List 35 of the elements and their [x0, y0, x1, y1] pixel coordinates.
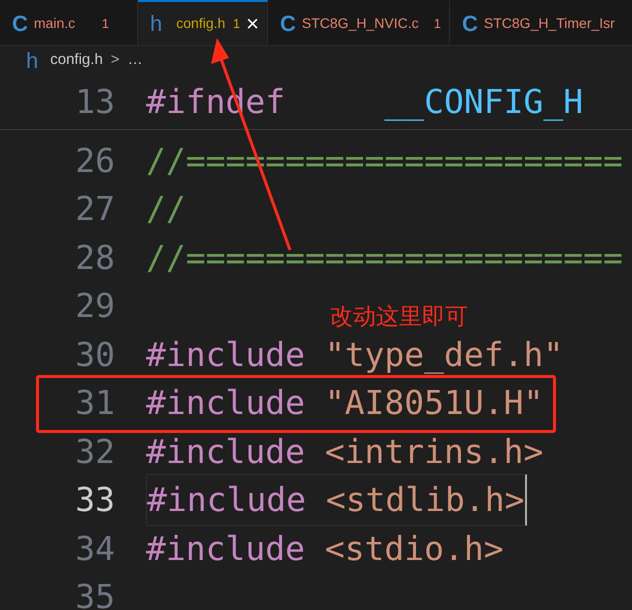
breadcrumb-separator: > [110, 50, 120, 70]
file-type-icon: C [12, 7, 28, 40]
breadcrumb-item[interactable]: config.h [50, 48, 103, 72]
file-type-icon: C [462, 7, 478, 40]
line-number: 29 [74, 285, 116, 327]
code-line: //====================== [146, 236, 623, 278]
line-number: 31 [74, 382, 116, 424]
line-number: 27 [74, 188, 116, 230]
line-number: 34 [74, 528, 116, 570]
code-line: #include <stdio.h> [146, 528, 504, 570]
tab-label: STC8G_H_Timer_Isr [484, 14, 615, 33]
line-number: 13 [74, 80, 116, 123]
line-number: 30 [74, 334, 116, 376]
problem-count: 1 [434, 14, 441, 33]
line-number: 26 [74, 140, 116, 182]
line-number: 28 [74, 236, 116, 278]
file-type-icon: C [280, 7, 296, 40]
annotation-note: 改动这里即可 [330, 306, 468, 329]
code-line: #include <intrins.h> [146, 430, 544, 472]
breadcrumb-item[interactable]: … [128, 48, 143, 72]
problem-count: 1 [232, 14, 240, 33]
tab-label: STC8G_H_NVIC.c [302, 14, 419, 33]
line-number: 33 [74, 479, 116, 521]
line-number: 32 [74, 430, 116, 472]
tab-label: main.c [34, 14, 76, 33]
tab-label: config.h [176, 14, 226, 33]
code-line: // [146, 188, 186, 230]
code-line: #include "AI8051U.H" [146, 382, 544, 424]
close-icon[interactable]: × [246, 12, 259, 34]
code-line: #include "type_def.h" [146, 334, 564, 376]
file-type-icon: h [26, 44, 38, 76]
editor-tab[interactable]: h config.h 1 × [138, 0, 268, 45]
problem-count: 1 [102, 14, 109, 33]
line-number: 35 [74, 576, 116, 610]
file-type-icon: h [150, 7, 162, 40]
